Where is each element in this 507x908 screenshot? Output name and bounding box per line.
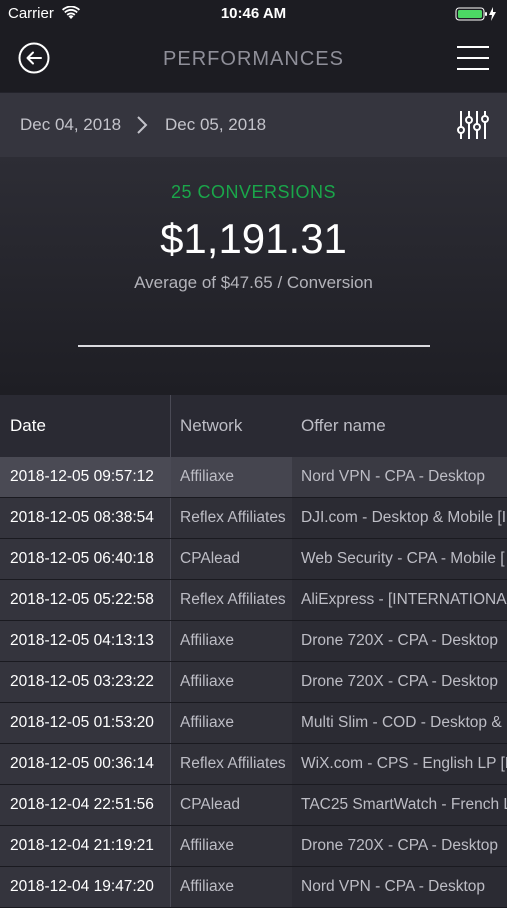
- average-per-conversion: Average of $47.65 / Conversion: [134, 273, 373, 292]
- table-row[interactable]: 2018-12-05 04:13:13 Affiliaxe Drone 720X…: [0, 621, 507, 662]
- cell-offer: Multi Slim - COD - Desktop &: [292, 703, 507, 743]
- cell-network: Affiliaxe: [170, 703, 292, 743]
- conversions-table: Date Network Offer name 2018-12-05 09:57…: [0, 395, 507, 908]
- conversions-count: 25 CONVERSIONS: [170, 182, 337, 202]
- cell-offer: Drone 720X - CPA - Desktop: [292, 662, 507, 702]
- cell-network: Reflex Affiliates: [170, 744, 292, 784]
- cell-network: CPAlead: [170, 539, 292, 579]
- summary-panel: 25 CONVERSIONS $1,191.31 Average of $47.…: [0, 157, 507, 395]
- cell-offer: Web Security - CPA - Mobile [: [292, 539, 507, 579]
- cell-offer: Drone 720X - CPA - Desktop: [292, 621, 507, 661]
- table-row[interactable]: 2018-12-05 06:40:18 CPAlead Web Security…: [0, 539, 507, 580]
- cell-date: 2018-12-05 03:23:22: [0, 662, 170, 702]
- clock: 10:46 AM: [220, 5, 287, 22]
- cell-offer: WiX.com - CPS - English LP [E: [292, 744, 507, 784]
- table-row[interactable]: 2018-12-05 01:53:20 Affiliaxe Multi Slim…: [0, 703, 507, 744]
- date-range-bar: Dec 04, 2018 Dec 05, 2018: [0, 93, 507, 157]
- cell-network: Affiliaxe: [170, 826, 292, 866]
- table-row[interactable]: 2018-12-04 19:47:20 Affiliaxe Nord VPN -…: [0, 867, 507, 908]
- cell-network: Reflex Affiliates: [170, 580, 292, 620]
- filter-sliders-icon[interactable]: [457, 110, 489, 140]
- cell-date: 2018-12-05 06:40:18: [0, 539, 170, 579]
- chevron-right-icon: [137, 116, 148, 134]
- hamburger-menu-icon[interactable]: [457, 44, 489, 72]
- cell-date: 2018-12-04 22:51:56: [0, 785, 170, 825]
- cell-offer: Drone 720X - CPA - Desktop: [292, 826, 507, 866]
- cell-date: 2018-12-05 05:22:58: [0, 580, 170, 620]
- cell-date: 2018-12-04 19:47:20: [0, 867, 170, 907]
- date-from[interactable]: Dec 04, 2018: [20, 115, 121, 135]
- cell-date: 2018-12-05 01:53:20: [0, 703, 170, 743]
- cell-network: Affiliaxe: [170, 867, 292, 907]
- table-row[interactable]: 2018-12-05 03:23:22 Affiliaxe Drone 720X…: [0, 662, 507, 703]
- cell-date: 2018-12-05 00:36:14: [0, 744, 170, 784]
- table-row[interactable]: 2018-12-04 22:51:56 CPAlead TAC25 SmartW…: [0, 785, 507, 826]
- total-amount: $1,191.31: [160, 215, 347, 262]
- cell-network: Reflex Affiliates: [170, 498, 292, 538]
- cell-offer: Nord VPN - CPA - Desktop: [292, 457, 507, 497]
- header-offer-name[interactable]: Offer name: [292, 395, 507, 457]
- cell-date: 2018-12-05 04:13:13: [0, 621, 170, 661]
- cell-network: Affiliaxe: [170, 662, 292, 702]
- header-network[interactable]: Network: [170, 395, 292, 457]
- cell-date: 2018-12-05 09:57:12: [0, 457, 170, 497]
- cell-offer: TAC25 SmartWatch - French L: [292, 785, 507, 825]
- cell-offer: Nord VPN - CPA - Desktop: [292, 867, 507, 907]
- table-row[interactable]: 2018-12-05 09:57:12 Affiliaxe Nord VPN -…: [0, 457, 507, 498]
- divider: [78, 345, 430, 347]
- header-date[interactable]: Date: [0, 395, 170, 457]
- cell-date: 2018-12-04 21:19:21: [0, 826, 170, 866]
- table-row[interactable]: 2018-12-05 08:38:54 Reflex Affiliates DJ…: [0, 498, 507, 539]
- battery-icon: [455, 7, 496, 21]
- table-row[interactable]: 2018-12-05 00:36:14 Reflex Affiliates Wi…: [0, 744, 507, 785]
- status-bar: Carrier 10:46 AM: [0, 0, 507, 28]
- date-to[interactable]: Dec 05, 2018: [165, 115, 266, 135]
- table-header: Date Network Offer name: [0, 395, 507, 457]
- page-title: PERFORMANCES: [163, 48, 344, 70]
- cell-network: Affiliaxe: [170, 457, 292, 497]
- table-row[interactable]: 2018-12-05 05:22:58 Reflex Affiliates Al…: [0, 580, 507, 621]
- cell-network: Affiliaxe: [170, 621, 292, 661]
- cell-offer: DJI.com - Desktop & Mobile [I: [292, 498, 507, 538]
- nav-bar: PERFORMANCES: [0, 28, 507, 92]
- cell-date: 2018-12-05 08:38:54: [0, 498, 170, 538]
- table-row[interactable]: 2018-12-04 21:19:21 Affiliaxe Drone 720X…: [0, 826, 507, 867]
- cell-network: CPAlead: [170, 785, 292, 825]
- cell-offer: AliExpress - [INTERNATIONAL: [292, 580, 507, 620]
